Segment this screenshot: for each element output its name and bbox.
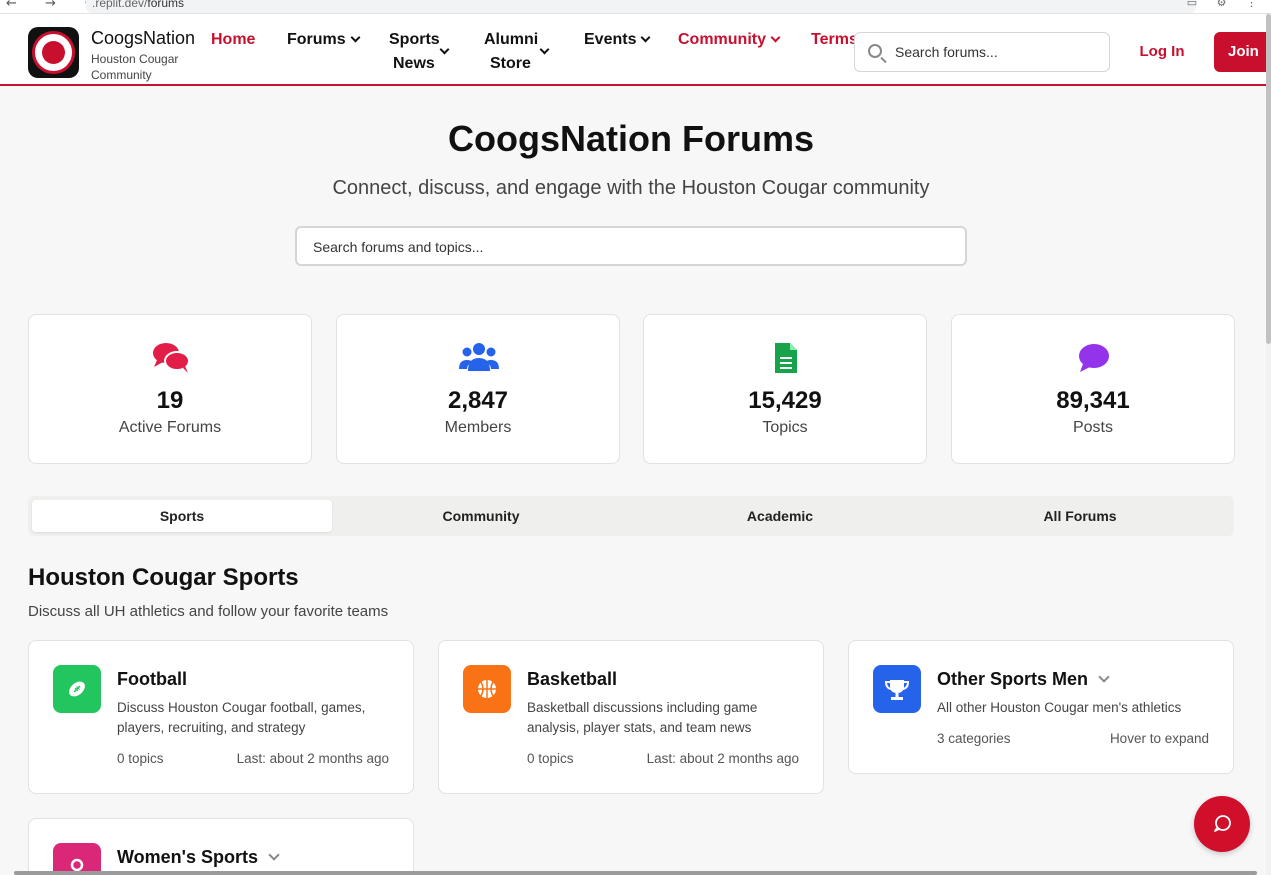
forum-card-football[interactable]: Football Discuss Houston Cougar football…	[28, 640, 414, 794]
forum-title[interactable]: Other Sports Men	[937, 669, 1110, 690]
chat-icon	[1214, 815, 1231, 832]
chevron-down-icon[interactable]	[1098, 671, 1110, 683]
forum-category-tabs: Sports Community Academic All Forums	[28, 496, 1234, 536]
document-icon	[775, 343, 797, 373]
stat-value: 19	[156, 387, 184, 414]
football-icon	[53, 665, 101, 713]
page-subtitle: Connect, discuss, and engage with the Ho…	[332, 177, 930, 199]
forum-description: Basketball discussions including game an…	[527, 700, 758, 735]
nav-forums-label: Forums	[287, 31, 346, 48]
url-host: .replit.dev/	[92, 0, 148, 10]
page-title: CoogsNation Forums	[448, 118, 814, 159]
section-subtitle: Discuss all UH athletics and follow your…	[28, 603, 389, 620]
stat-value: 89,341	[1056, 387, 1130, 414]
tab-academic[interactable]: Academic	[630, 500, 930, 532]
forum-title-label: Women's Sports	[117, 847, 258, 867]
browser-toolbar: ← → ↻ .replit.dev/forums ▭ ⚙ ⋮	[0, 0, 1271, 14]
forum-description: All other Houston Cougar men's athletics	[937, 700, 1182, 715]
chat-bubbles-icon	[153, 343, 190, 373]
forum-last-activity: Last: about 2 months ago	[646, 751, 799, 766]
forum-search[interactable]	[295, 226, 967, 266]
header-search[interactable]	[854, 32, 1110, 72]
forum-expand-hint: Hover to expand	[1109, 731, 1209, 746]
forum-card-basketball[interactable]: Basketball Basketball discussions includ…	[438, 640, 824, 794]
forum-topic-count: 0 topics	[527, 751, 574, 766]
stat-label: Posts	[1072, 419, 1113, 436]
nav-community-label: Community	[678, 31, 766, 48]
site-header: CoogsNation Houston Cougar Community Hom…	[0, 14, 1271, 86]
nav-sports-news[interactable]: Sports News	[389, 28, 459, 72]
chevron-down-icon[interactable]	[268, 849, 280, 861]
stat-card-members: 2,847 Members	[336, 314, 620, 464]
stat-card-topics: 15,429 Topics	[643, 314, 927, 464]
brand-subtitle: Houston Cougar Community	[91, 52, 179, 82]
url-path: forums	[147, 0, 185, 10]
forum-last-activity: Last: about 2 months ago	[236, 751, 389, 766]
forum-title[interactable]: Women's Sports	[117, 847, 280, 868]
forum-topic-count: 0 topics	[117, 751, 164, 766]
browser-extension-icons[interactable]: ▭ ⚙ ⋮	[1187, 0, 1265, 9]
tab-all-forums[interactable]: All Forums	[930, 500, 1230, 532]
nav-community[interactable]: Community	[678, 28, 781, 52]
nav-alumni-store-label-2: Store	[490, 55, 531, 72]
address-bar[interactable]: .replit.dev/forums	[86, 0, 1196, 13]
chevron-down-icon	[350, 32, 361, 43]
chevron-down-icon	[641, 32, 651, 43]
nav-terms[interactable]: Terms	[811, 28, 858, 52]
stat-label: Members	[444, 419, 512, 436]
comment-icon	[1079, 344, 1109, 372]
forum-title[interactable]: Football	[117, 669, 187, 690]
chevron-down-icon	[770, 32, 781, 43]
forum-search-input[interactable]	[313, 237, 933, 257]
search-icon	[868, 44, 882, 58]
nav-events-label: Events	[584, 31, 637, 48]
basketball-icon	[463, 665, 511, 713]
forum-card-other-sports-men[interactable]: Other Sports Men All other Houston Couga…	[848, 640, 1234, 774]
tab-sports[interactable]: Sports	[32, 500, 332, 532]
cougar-paw-icon	[42, 41, 65, 64]
stat-label: Active Forums	[118, 419, 222, 436]
nav-forums[interactable]: Forums	[287, 28, 361, 52]
forum-card-womens-sports[interactable]: Women's Sports	[28, 818, 414, 875]
nav-alumni-store[interactable]: Alumni Store	[484, 28, 554, 72]
scrollbar-thumb[interactable]	[1266, 14, 1271, 344]
coogsnation-logo[interactable]	[28, 27, 79, 78]
trophy-icon	[873, 665, 921, 713]
users-icon	[459, 343, 499, 371]
forum-title[interactable]: Basketball	[527, 669, 617, 690]
forum-description: Discuss Houston Cougar football, games, …	[117, 700, 366, 735]
stat-card-posts: 89,341 Posts	[951, 314, 1235, 464]
chat-button[interactable]	[1194, 796, 1250, 852]
login-button[interactable]: Log In	[1130, 32, 1194, 72]
stat-label: Topics	[762, 419, 808, 436]
join-button[interactable]: Join	[1214, 32, 1271, 72]
stat-value: 15,429	[748, 387, 822, 414]
forum-title-label: Other Sports Men	[937, 669, 1089, 689]
nav-events[interactable]: Events	[584, 28, 651, 52]
horizontal-scrollbar[interactable]	[14, 871, 1257, 875]
forum-category-count: 3 categories	[937, 731, 1011, 746]
brand-name[interactable]: CoogsNation	[91, 28, 195, 49]
section-title: Houston Cougar Sports	[28, 564, 299, 591]
nav-sports-news-label-2: News	[393, 55, 435, 72]
stat-card-active-forums: 19 Active Forums	[28, 314, 312, 464]
header-search-input[interactable]	[895, 41, 1095, 63]
tab-community[interactable]: Community	[331, 500, 631, 532]
vertical-scrollbar[interactable]	[1266, 14, 1271, 875]
nav-home[interactable]: Home	[211, 28, 255, 52]
stat-value: 2,847	[447, 387, 509, 414]
